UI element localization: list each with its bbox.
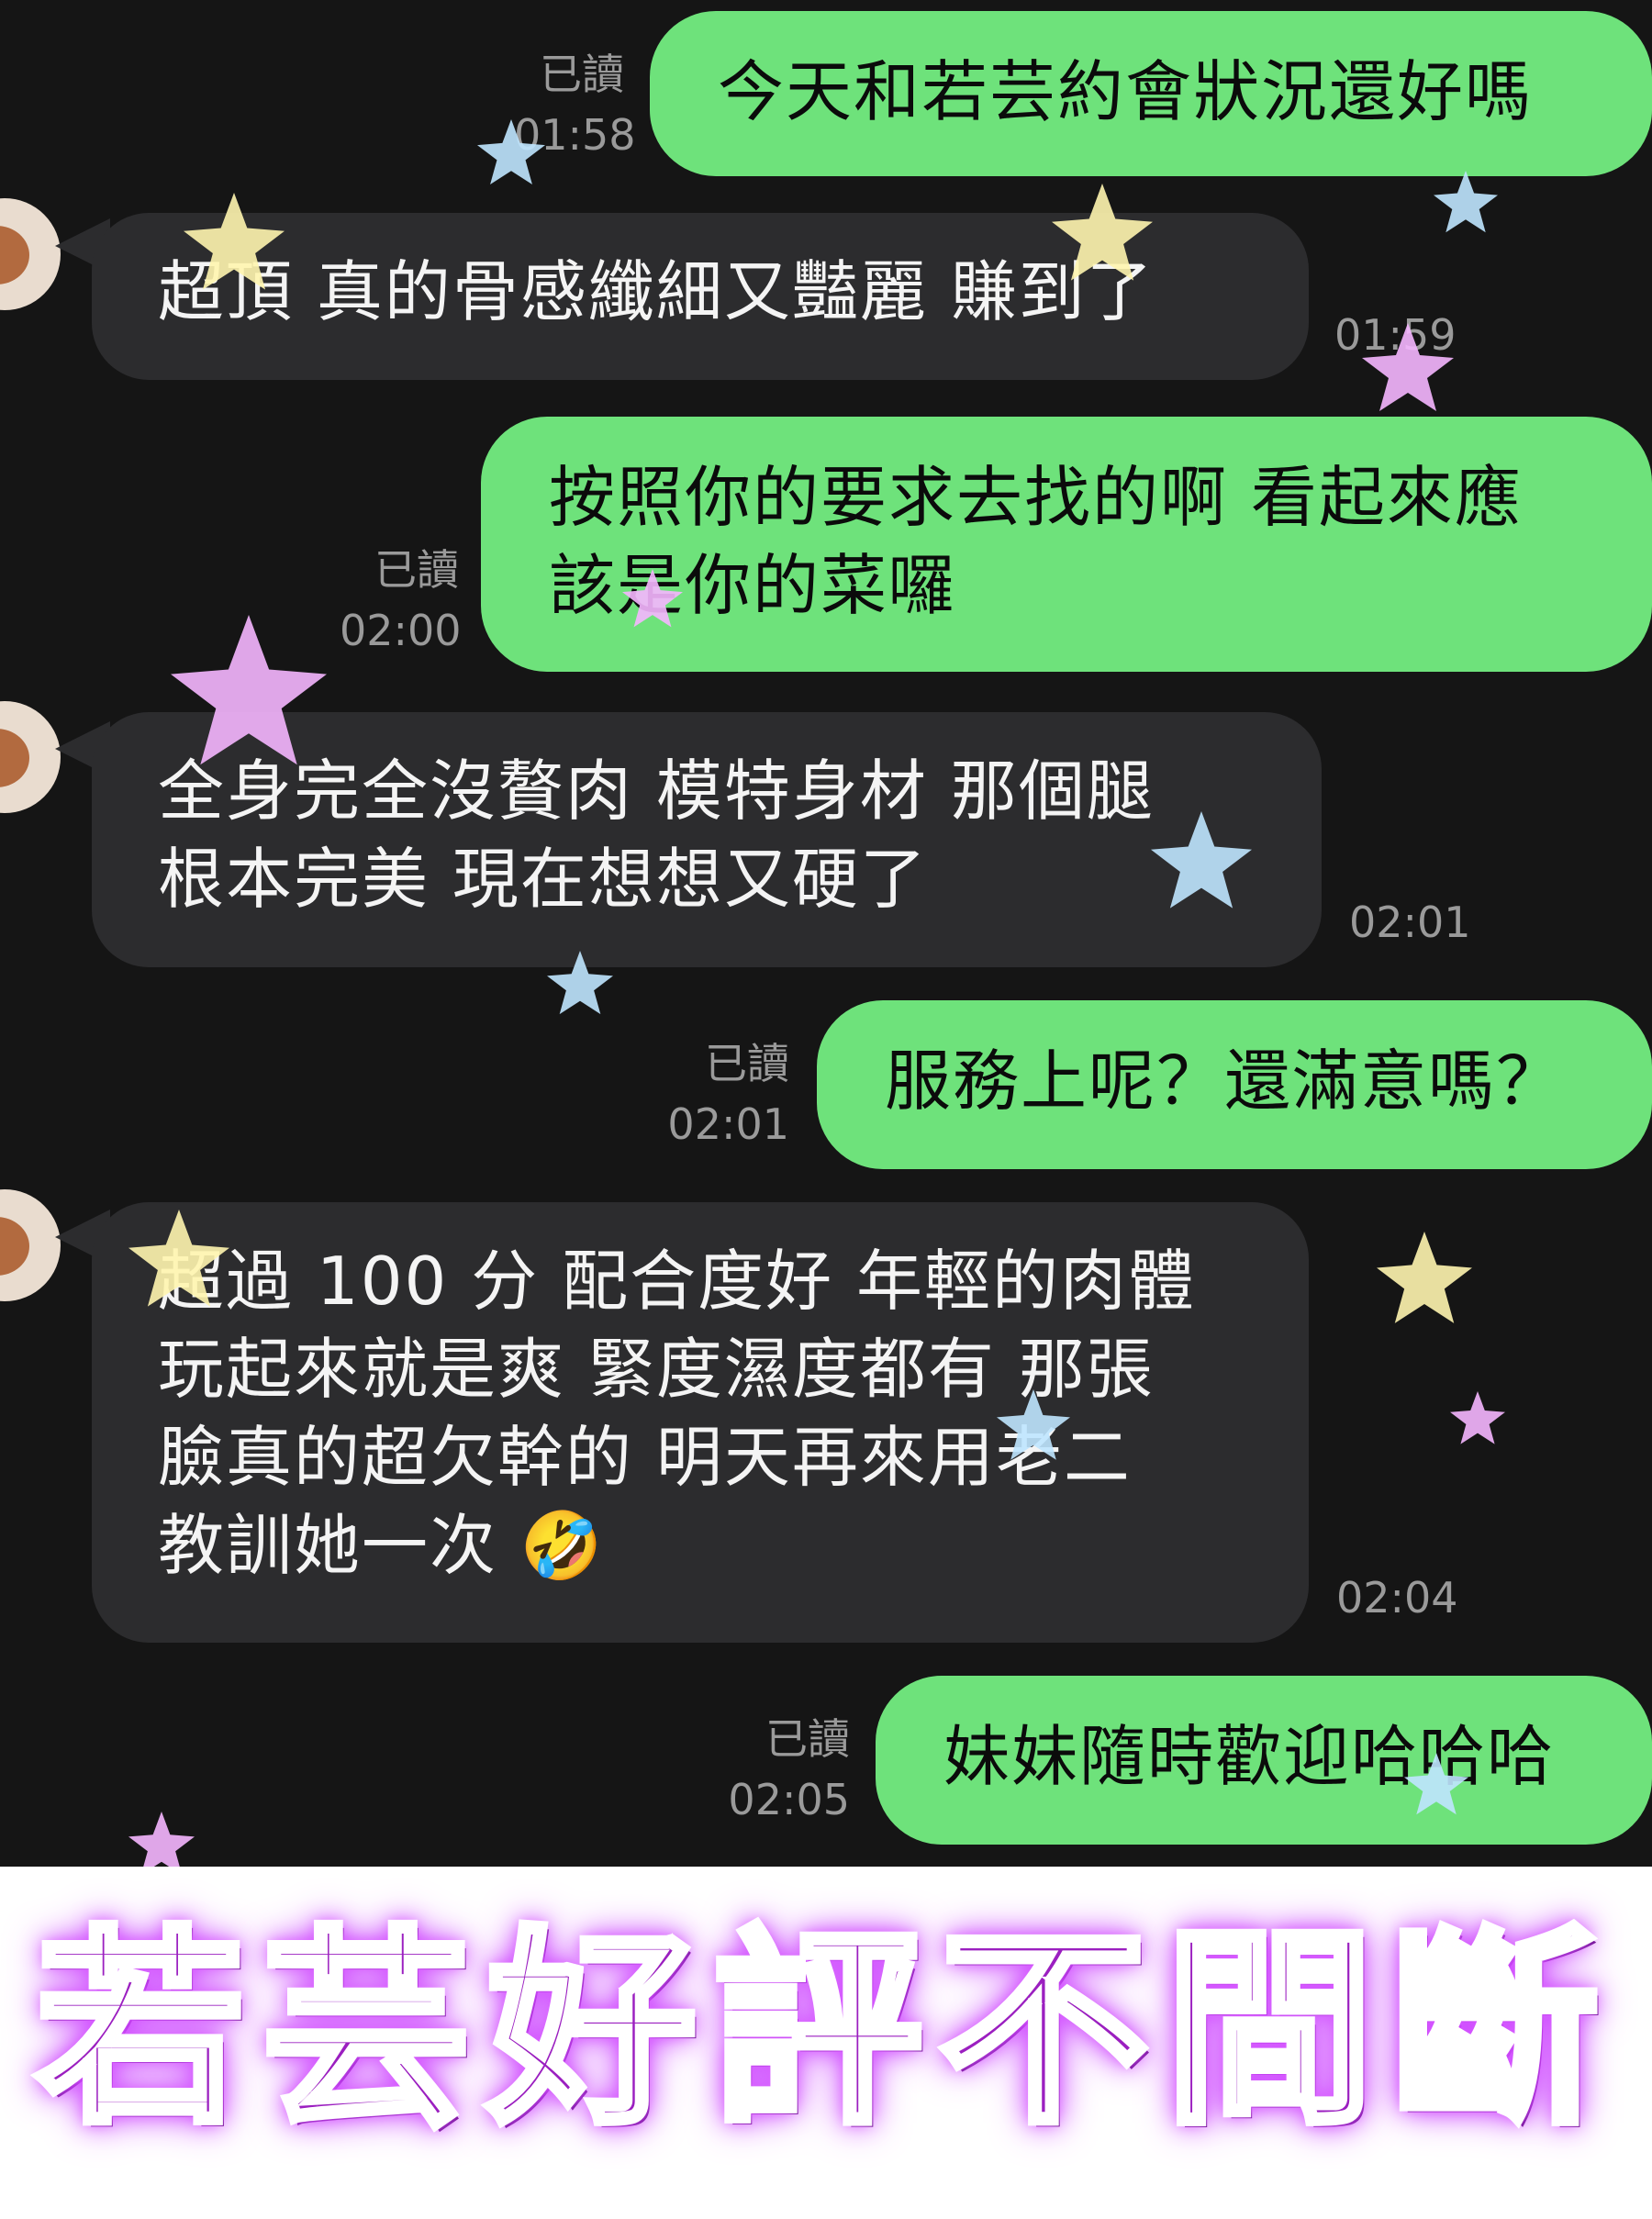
star-sticker-icon bbox=[1450, 1391, 1505, 1444]
message-meta: 已讀 02:05 bbox=[716, 1709, 850, 1830]
sender-avatar[interactable] bbox=[0, 1189, 61, 1301]
star-sticker-icon bbox=[1377, 1232, 1472, 1323]
message-time: 02:01 bbox=[1349, 898, 1471, 947]
banner-title: 若芸好評不間斷 bbox=[32, 1907, 1616, 2153]
read-receipt: 已讀 bbox=[705, 1039, 789, 1088]
message-bubble[interactable]: 服務上呢？還滿意嗎？ bbox=[817, 1000, 1652, 1169]
star-sticker-icon bbox=[128, 1812, 195, 1867]
sender-avatar[interactable] bbox=[0, 198, 61, 310]
chat-window[interactable]: 已讀 01:58 今天和若芸約會狀況還好嗎 超頂 真的骨感纖細又豔麗 賺到了 0… bbox=[0, 0, 1652, 1867]
message-meta: 已讀 02:00 bbox=[340, 540, 462, 661]
message-time: 02:05 bbox=[728, 1775, 850, 1824]
message-time: 02:01 bbox=[667, 1099, 789, 1149]
sender-avatar[interactable] bbox=[0, 701, 61, 813]
message-bubble[interactable]: 按照你的要求去找的啊 看起來應 該是你的菜囉 bbox=[481, 417, 1652, 672]
star-sticker-icon bbox=[1434, 171, 1498, 233]
promo-banner: 若芸好評不間斷 bbox=[0, 1867, 1652, 2219]
read-receipt: 已讀 bbox=[374, 545, 459, 595]
read-receipt: 已讀 bbox=[765, 1714, 850, 1764]
message-bubble[interactable]: 妹妹隨時歡迎哈哈哈 bbox=[876, 1676, 1652, 1845]
message-time: 02:00 bbox=[340, 606, 462, 655]
message-bubble[interactable]: 超過 100 分 配合度好 年輕的肉體 玩起來就是爽 緊度濕度都有 那張 臉真的… bbox=[92, 1202, 1309, 1643]
message-meta: 已讀 02:01 bbox=[661, 1033, 789, 1154]
message-bubble[interactable]: 今天和若芸約會狀況還好嗎 bbox=[650, 11, 1652, 176]
message-time: 02:04 bbox=[1336, 1573, 1458, 1622]
read-receipt: 已讀 bbox=[540, 50, 624, 99]
